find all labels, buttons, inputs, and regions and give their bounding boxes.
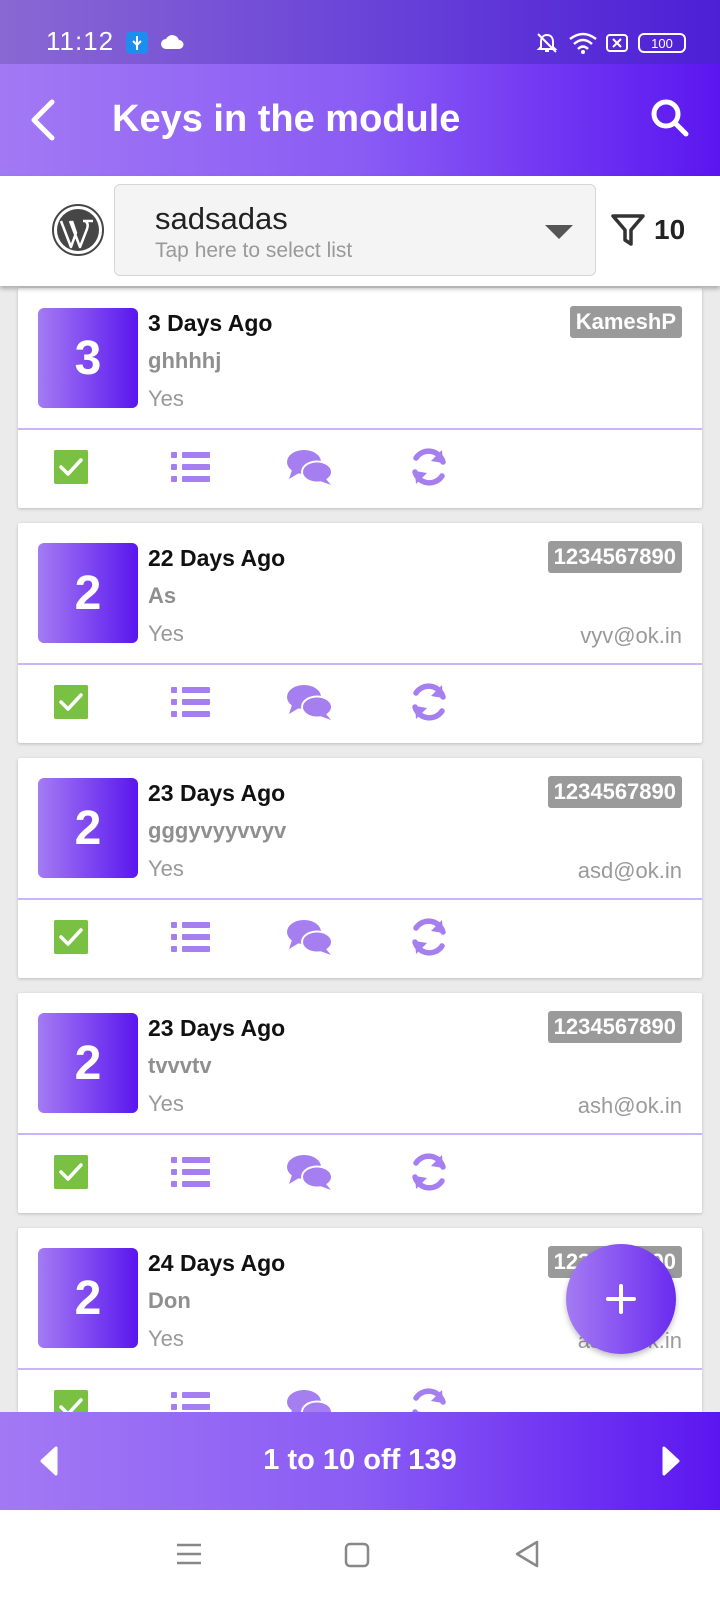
home-icon[interactable] [344, 1542, 370, 1573]
checkbox-icon[interactable] [54, 920, 88, 954]
key-card[interactable]: 2 22 Days Ago As Yes 1234567890 vyv@ok.in [18, 523, 702, 743]
count-badge: 2 [38, 543, 138, 643]
time-ago: 23 Days Ago [148, 1015, 286, 1041]
cloud-icon [160, 34, 184, 55]
key-flag: Yes [148, 386, 184, 411]
status-bar: 11:12 100 [0, 0, 720, 64]
filter-icon[interactable] [610, 212, 646, 253]
list-icon[interactable] [170, 450, 212, 489]
page-title: Keys in the module [112, 98, 461, 140]
key-flag: Yes [148, 1091, 184, 1116]
status-time: 11:12 [46, 26, 115, 56]
key-card[interactable]: 2 23 Days Ago tvvvtv Yes 1234567890 ash@ok.in [18, 993, 702, 1213]
count-badge: 2 [38, 778, 138, 878]
chat-icon[interactable] [286, 1388, 334, 1412]
card-divider [18, 663, 702, 665]
chat-icon[interactable] [286, 683, 334, 726]
key-list[interactable]: 3 3 Days Ago ghhhhj Yes KameshP 2 22 Days Ago A… [0, 286, 720, 1412]
battery-icon: 100 [638, 33, 686, 53]
time-ago: 22 Days Ago [148, 545, 286, 571]
count-badge: 3 [38, 308, 138, 408]
checkbox-icon[interactable] [54, 1390, 88, 1412]
key-email: vyv@ok.in [580, 623, 682, 648]
list-icon[interactable] [170, 1390, 212, 1412]
key-tag: 1234567890 [547, 1011, 682, 1043]
back-arrow-icon[interactable] [28, 98, 58, 147]
list-dropdown[interactable]: sadsadas Tap here to select list [114, 184, 596, 276]
key-flag: Yes [148, 621, 184, 646]
recent-apps-icon[interactable] [176, 1542, 202, 1571]
key-card[interactable]: 3 3 Days Ago ghhhhj Yes KameshP [18, 288, 702, 508]
time-ago: 23 Days Ago [148, 780, 286, 806]
chat-icon[interactable] [286, 448, 334, 491]
list-dropdown-hint: Tap here to select list [155, 239, 353, 262]
chat-icon[interactable] [286, 1153, 334, 1196]
key-name: ghhhhj [148, 348, 222, 373]
key-email: ash@ok.in [577, 1093, 682, 1118]
key-name: As [148, 583, 177, 608]
wordpress-logo-icon [52, 204, 104, 261]
system-nav-bar [0, 1510, 720, 1600]
key-name: Don [148, 1288, 191, 1313]
bell-off-icon [536, 32, 558, 59]
key-name: gggyvyyvvyv [148, 818, 287, 843]
add-button[interactable] [566, 1244, 676, 1354]
next-page-icon[interactable] [660, 1446, 682, 1481]
list-selector-bar: sadsadas Tap here to select list 10 [0, 176, 720, 286]
no-sim-icon [606, 34, 628, 57]
key-tag: 1234567890 [547, 776, 682, 808]
checkbox-icon[interactable] [54, 685, 88, 719]
filter-count[interactable]: 10 [654, 214, 685, 246]
search-icon[interactable] [650, 98, 690, 143]
time-ago: 3 Days Ago [148, 310, 273, 336]
selected-list-name: sadsadas [155, 201, 288, 236]
caret-down-icon [545, 225, 573, 239]
pagination-label: 1 to 10 off 139 [263, 1444, 457, 1476]
count-badge: 2 [38, 1013, 138, 1113]
time-ago: 24 Days Ago [148, 1250, 286, 1276]
key-tag: KameshP [569, 306, 682, 338]
plus-icon [606, 1284, 636, 1314]
system-back-icon[interactable] [514, 1540, 540, 1573]
key-tag: 1234567890 [547, 541, 682, 573]
sync-icon[interactable] [408, 916, 450, 963]
sync-icon[interactable] [408, 1386, 450, 1412]
wifi-icon [568, 32, 598, 59]
checkbox-icon[interactable] [54, 1155, 88, 1189]
card-divider [18, 1133, 702, 1135]
list-icon[interactable] [170, 1155, 212, 1194]
count-badge: 2 [38, 1248, 138, 1348]
chat-icon[interactable] [286, 918, 334, 961]
key-card[interactable]: 2 23 Days Ago gggyvyyvvyv Yes 1234567890 asd@… [18, 758, 702, 978]
key-name: tvvvtv [148, 1053, 212, 1078]
app-bar: Keys in the module [0, 64, 720, 176]
sync-icon[interactable] [408, 1151, 450, 1198]
sync-icon[interactable] [408, 681, 450, 728]
pagination-bar: 1 to 10 off 139 [0, 1412, 720, 1510]
usb-icon [126, 32, 148, 54]
key-flag: Yes [148, 1326, 184, 1351]
key-flag: Yes [148, 856, 184, 881]
sync-icon[interactable] [408, 446, 450, 493]
card-divider [18, 1368, 702, 1370]
card-divider [18, 428, 702, 430]
list-icon[interactable] [170, 920, 212, 959]
key-email: asd@ok.in [577, 858, 682, 883]
card-divider [18, 898, 702, 900]
list-icon[interactable] [170, 685, 212, 724]
checkbox-icon[interactable] [54, 450, 88, 484]
